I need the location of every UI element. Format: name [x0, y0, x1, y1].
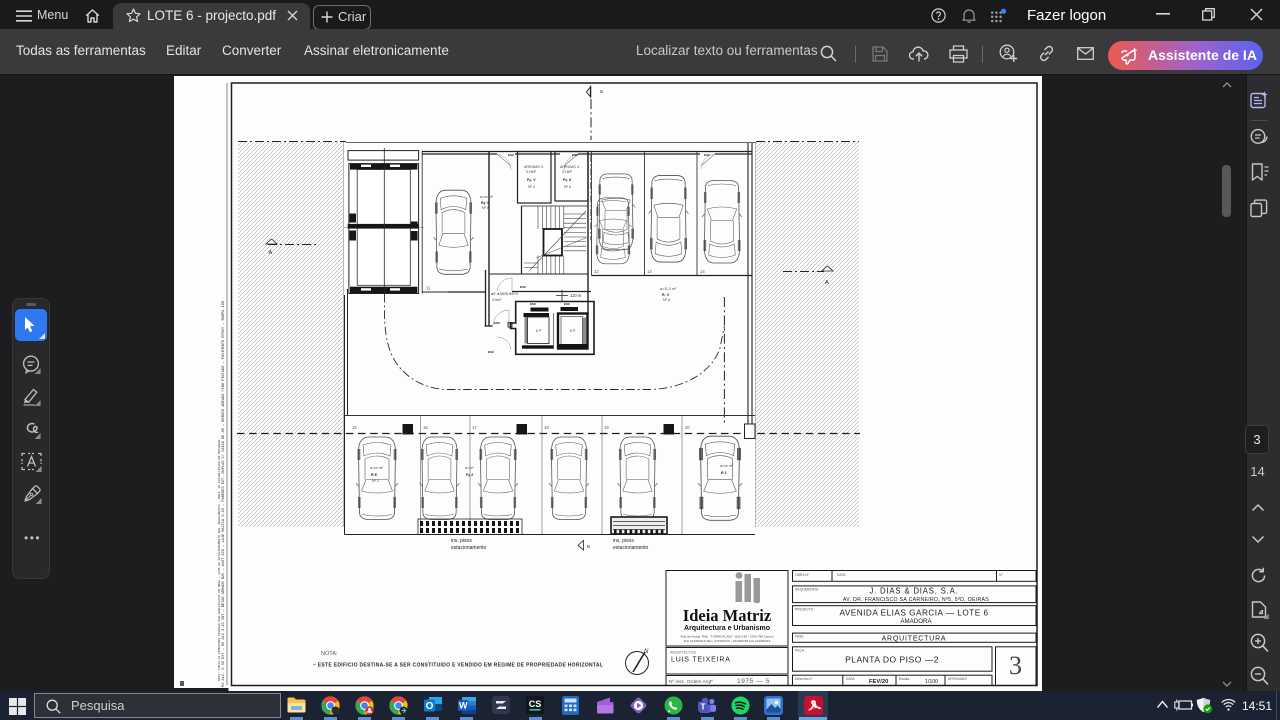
svg-text:Nº 6: Nº 6: [564, 185, 571, 189]
svg-text:110 m: 110 m: [570, 293, 582, 298]
svg-text:ESC: ESC: [530, 302, 537, 306]
svg-text:B: B: [587, 544, 590, 549]
svg-text:ESC: ESC: [572, 153, 579, 157]
svg-text:Telf. 214600119 Telm. 91700017: Telf. 214600119 Telm. 917000170 - 914490…: [684, 639, 771, 643]
svg-text:APROVADO: APROVADO: [948, 677, 967, 681]
svg-text:AMADORA: AMADORA: [900, 618, 932, 625]
svg-text:Nº 2: Nº 2: [372, 479, 379, 483]
svg-text:a=xx²: a=xx²: [465, 466, 475, 470]
svg-text:B: B: [599, 90, 604, 93]
svg-text:3.HM²: 3.HM²: [526, 170, 537, 174]
svg-text:LUIS TEIXEIRA: LUIS TEIXEIRA: [671, 657, 731, 664]
svg-text:A: A: [825, 280, 829, 286]
svg-text:ESC: ESC: [704, 153, 711, 157]
svg-text:Nº 4: Nº 4: [528, 185, 535, 189]
svg-text:a=xx m²: a=xx m²: [720, 464, 734, 468]
svg-text:13: 13: [647, 269, 652, 274]
svg-text:PROJECTO: PROJECTO: [795, 608, 814, 612]
svg-text:R. V: R. V: [662, 293, 670, 297]
svg-text:ESC: ESC: [494, 321, 501, 325]
svg-text:Desenho nº: Desenho nº: [795, 677, 813, 681]
svg-text:Fç. V: Fç. V: [527, 178, 536, 182]
svg-text:AVENIDA ELIAS GARCIA — LOTE 6: AVENIDA ELIAS GARCIA — LOTE 6: [839, 609, 988, 618]
svg-text:11: 11: [426, 286, 431, 291]
svg-text:REQUERENTE: REQUERENTE: [795, 588, 819, 592]
svg-text:O: O: [426, 701, 434, 712]
svg-text:Arquitectura e Urbanismo: Arquitectura e Urbanismo: [684, 625, 770, 632]
svg-text:Escala: Escala: [899, 677, 909, 681]
svg-text:6 P: 6 P: [570, 329, 576, 333]
svg-text:FEV/20: FEV/20: [869, 679, 888, 685]
svg-text:estacionamento: estacionamento: [451, 545, 487, 551]
svg-text:N: N: [644, 649, 649, 655]
svg-text:A: A: [269, 250, 273, 256]
svg-text:DATA: DATA: [846, 677, 855, 681]
svg-text:ins. pisos: ins. pisos: [613, 538, 634, 544]
svg-text:18: 18: [544, 425, 549, 430]
svg-text:3: 3: [1009, 651, 1022, 680]
svg-text:6 P: 6 P: [536, 329, 542, 333]
svg-text:Ideia Matriz: Ideia Matriz: [683, 606, 771, 625]
svg-text:Rua da Venda, R/Dt. "TORRE PLA: Rua da Venda, R/Dt. "TORRE PLAZA" 1150-1…: [680, 635, 773, 639]
svg-text:Fç 2: Fç 2: [466, 473, 473, 477]
svg-text:PEÇA: PEÇA: [795, 649, 805, 653]
svg-text:Fç. 6: Fç. 6: [563, 178, 571, 182]
svg-text:Nº insc. Ordem Arqtº: Nº insc. Ordem Arqtº: [669, 679, 713, 685]
svg-text:a=xx m²: a=xx m²: [480, 195, 494, 199]
svg-text:◄E◄ARRUMOS: ◄E◄ARRUMOS: [490, 292, 518, 296]
svg-text:OBRA Nº: OBRA Nº: [795, 573, 810, 577]
svg-text:Rç V: Rç V: [481, 201, 490, 205]
svg-text:15: 15: [352, 425, 357, 430]
svg-text:estacionamento: estacionamento: [613, 545, 649, 551]
svg-text:19: 19: [604, 425, 609, 430]
svg-text:AV. DR. FRANCISCO SA CARNEIRO,: AV. DR. FRANCISCO SA CARNEIRO, Nº5, 5ºD,…: [843, 597, 989, 603]
svg-text:a=11.0 m²: a=11.0 m²: [660, 287, 677, 291]
svg-text:4.9m²: 4.9m²: [492, 298, 502, 302]
svg-text:ESC: ESC: [564, 302, 571, 306]
svg-text:ARQUITECTURA: ARQUITECTURA: [882, 636, 947, 643]
svg-text:Nº: Nº: [999, 573, 1003, 577]
svg-text:– ESTE EDIFICIO DESTINA-SE A S: – ESTE EDIFICIO DESTINA-SE A SER CONSTIT…: [313, 663, 603, 669]
svg-text:20: 20: [685, 425, 690, 430]
svg-text:DATA: DATA: [837, 573, 846, 577]
svg-text:14: 14: [700, 269, 705, 274]
svg-text:Nº A: Nº A: [482, 206, 490, 210]
svg-text:W: W: [459, 701, 468, 711]
svg-text:ARQUITECTOS: ARQUITECTOS: [670, 651, 696, 655]
svg-text:a=xx m²: a=xx m²: [370, 466, 384, 470]
svg-text:ARRUMO 4: ARRUMO 4: [560, 165, 579, 169]
svg-text:1975 — 5: 1975 — 5: [737, 678, 770, 685]
svg-text:PLANTA DO PISO —2: PLANTA DO PISO —2: [845, 655, 939, 665]
svg-text:12: 12: [594, 269, 599, 274]
svg-text:16: 16: [423, 425, 428, 430]
svg-text:17: 17: [472, 425, 477, 430]
svg-text:Nº A: Nº A: [663, 298, 671, 302]
svg-text:R 1: R 1: [721, 471, 727, 475]
svg-text:CS: CS: [529, 699, 542, 709]
svg-text:R E: R E: [371, 473, 378, 477]
svg-text:ESC: ESC: [488, 350, 495, 354]
svg-text:NOTA:: NOTA:: [321, 651, 338, 657]
svg-text:FASE: FASE: [795, 635, 804, 639]
svg-text:3.HM²: 3.HM²: [562, 170, 573, 174]
svg-text:ARRUMO 3: ARRUMO 3: [524, 165, 543, 169]
svg-text:ESC: ESC: [520, 285, 527, 289]
svg-text:NOTA: TODAS AS DIMENSOES DEVER: NOTA: TODAS AS DIMENSOES DEVERAO SER VER…: [218, 440, 221, 681]
svg-text:M1 ALV. 0.30 EXT — M2 ALV 0.15: M1 ALV. 0.30 EXT — M2 ALV 0.15 INT — BET…: [221, 300, 226, 687]
svg-text:ins. pisos: ins. pisos: [451, 538, 472, 544]
svg-text:J. DIAS & DIAS, S.A.: J. DIAS & DIAS, S.A.: [869, 587, 958, 596]
svg-text:T: T: [700, 701, 706, 711]
svg-text:ESC: ESC: [508, 153, 515, 157]
svg-text:1/100: 1/100: [925, 679, 938, 685]
